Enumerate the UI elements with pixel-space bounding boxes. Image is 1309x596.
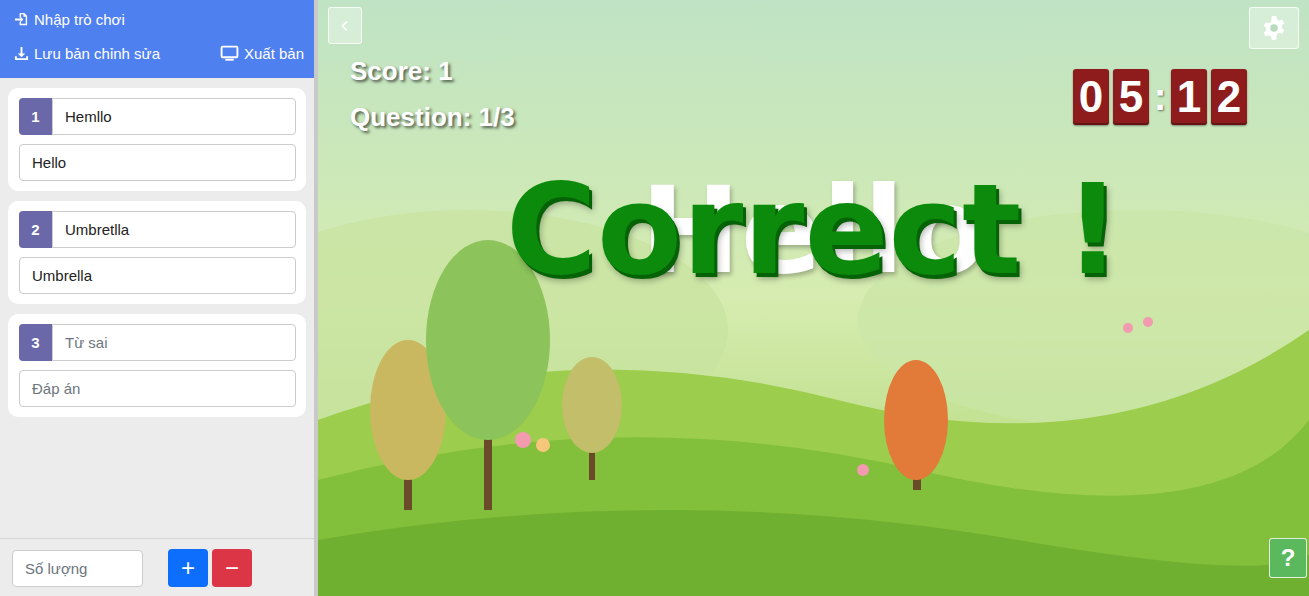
settings-button[interactable] bbox=[1249, 7, 1299, 49]
monitor-icon bbox=[220, 45, 239, 62]
app: Nhập trò chơi Lưu bản chỉnh sửa Xuất bản… bbox=[0, 0, 1309, 596]
download-icon bbox=[14, 46, 29, 61]
editor-sidebar: Nhập trò chơi Lưu bản chỉnh sửa Xuất bản… bbox=[0, 0, 314, 596]
question-number: 1 bbox=[19, 98, 52, 135]
answer-input[interactable] bbox=[19, 257, 296, 294]
question-card: 3 bbox=[8, 314, 306, 417]
feedback-text: Correct ! bbox=[506, 158, 1121, 302]
question-number: 2 bbox=[19, 211, 52, 248]
timer-separator: : bbox=[1153, 76, 1167, 119]
wrong-word-input[interactable] bbox=[52, 211, 296, 248]
back-button[interactable] bbox=[328, 7, 362, 44]
question-card: 2 bbox=[8, 201, 306, 304]
wrong-word-input[interactable] bbox=[52, 324, 296, 361]
answer-input[interactable] bbox=[19, 144, 296, 181]
word-stage: Hello Correct ! bbox=[318, 120, 1309, 340]
timer-digit: 2 bbox=[1211, 69, 1247, 125]
question-card: 1 bbox=[8, 88, 306, 191]
timer-digit: 1 bbox=[1171, 69, 1207, 125]
count-input[interactable] bbox=[12, 550, 143, 587]
add-button[interactable]: + bbox=[168, 549, 208, 587]
question-list: 1 2 3 bbox=[0, 78, 314, 538]
answer-input[interactable] bbox=[19, 370, 296, 407]
timer: 0 5 : 1 2 bbox=[1073, 69, 1247, 125]
publish-button[interactable]: Xuất bản bbox=[218, 45, 306, 62]
hud: Score: 1 Question: 1/3 bbox=[350, 55, 515, 133]
toolbar: Nhập trò chơi Lưu bản chỉnh sửa Xuất bản bbox=[0, 0, 314, 78]
game-area: Score: 1 Question: 1/3 0 5 : 1 2 Hello C… bbox=[318, 0, 1309, 596]
save-button[interactable]: Lưu bản chỉnh sửa bbox=[12, 45, 162, 62]
import-button[interactable]: Nhập trò chơi bbox=[12, 11, 127, 28]
timer-digit: 0 bbox=[1073, 69, 1109, 125]
import-file-icon bbox=[14, 12, 29, 27]
timer-digit: 5 bbox=[1113, 69, 1149, 125]
gear-icon bbox=[1261, 15, 1287, 41]
bottom-bar: + − bbox=[0, 538, 314, 596]
score: Score: 1 bbox=[350, 55, 515, 87]
wrong-word-input[interactable] bbox=[52, 98, 296, 135]
remove-button[interactable]: − bbox=[212, 549, 252, 587]
question-number: 3 bbox=[19, 324, 52, 361]
help-button[interactable]: ? bbox=[1269, 538, 1307, 578]
chevron-left-icon bbox=[338, 19, 352, 33]
question-counter: Question: 1/3 bbox=[350, 101, 515, 133]
